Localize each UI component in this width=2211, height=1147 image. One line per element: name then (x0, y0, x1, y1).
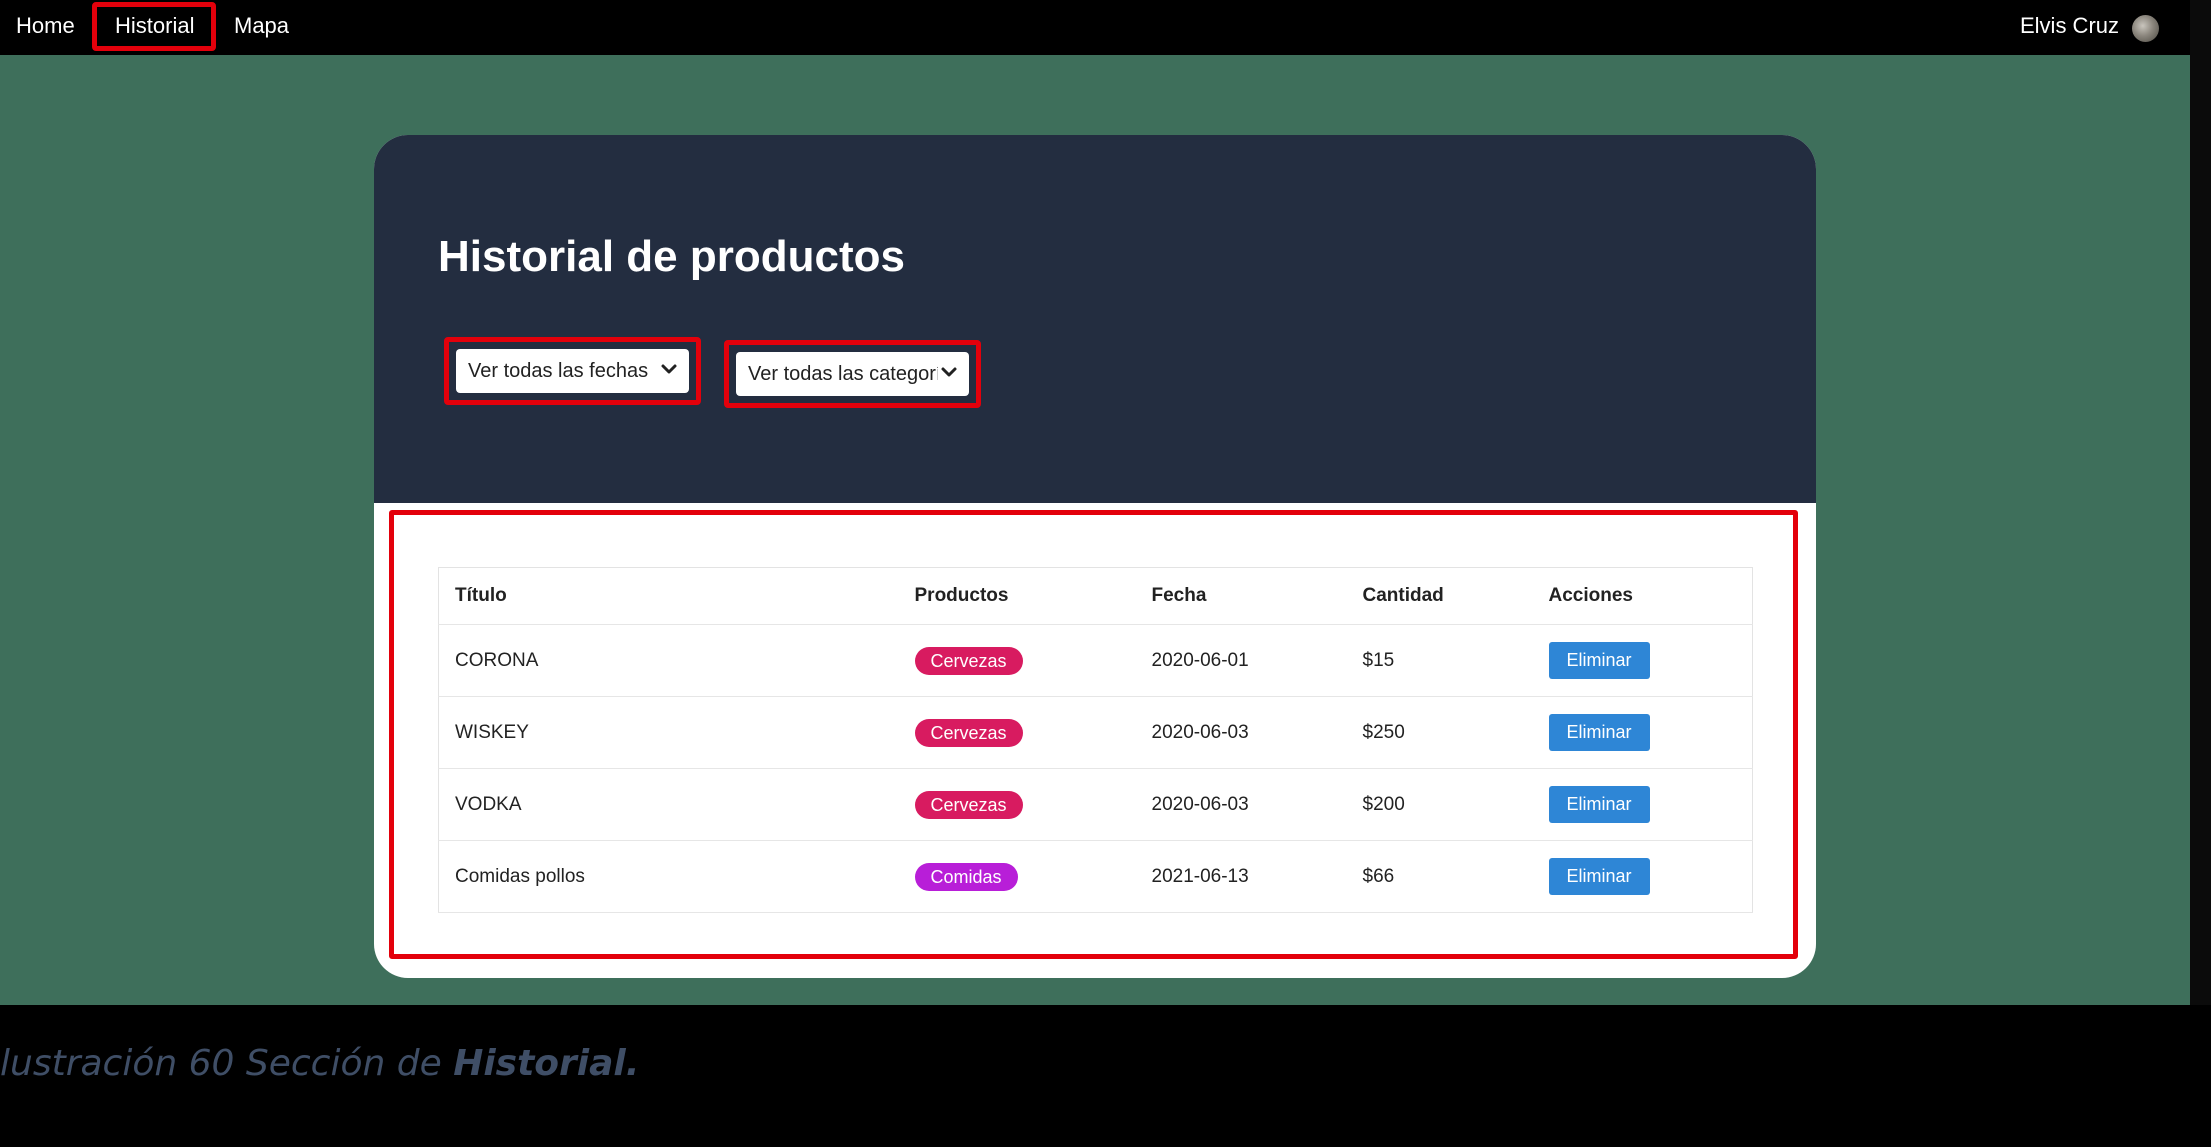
products-table: Título Productos Fecha Cantidad Acciones… (438, 567, 1753, 913)
category-badge: Cervezas (914, 646, 1023, 675)
historial-card: Historial de productos Ver todas las fec… (374, 135, 1816, 978)
caption-emphasis: Historial (453, 1043, 626, 1084)
cell-producto: Comidas (898, 840, 1136, 913)
table-row: CORONA Cervezas 2020-06-01 $15 Eliminar (438, 624, 1753, 697)
cell-producto: Cervezas (898, 624, 1136, 697)
cell-titulo: CORONA (438, 624, 899, 697)
cell-fecha: 2021-06-13 (1135, 840, 1347, 913)
cell-fecha: 2020-06-03 (1135, 696, 1347, 769)
category-filter-select[interactable]: Ver todas las categorías (736, 352, 969, 396)
caption-suffix: . (625, 1043, 640, 1084)
column-header-fecha: Fecha (1135, 567, 1347, 625)
category-filter-highlight: Ver todas las categorías (724, 340, 981, 408)
cell-fecha: 2020-06-01 (1135, 624, 1347, 697)
column-header-productos: Productos (898, 567, 1136, 625)
chevron-down-icon (941, 367, 957, 377)
date-filter-value: Ver todas las fechas (468, 360, 649, 382)
cell-cantidad: $200 (1346, 768, 1533, 841)
table-row: Comidas pollos Comidas 2021-06-13 $66 El… (438, 840, 1753, 913)
nav-historial-link[interactable]: Historial (115, 13, 194, 39)
cell-titulo: Comidas pollos (438, 840, 899, 913)
category-badge: Comidas (914, 862, 1018, 891)
cell-acciones: Eliminar (1532, 696, 1753, 769)
delete-button[interactable]: Eliminar (1548, 714, 1650, 751)
cell-cantidad: $15 (1346, 624, 1533, 697)
card-header: Historial de productos Ver todas las fec… (374, 135, 1816, 503)
table-row: WISKEY Cervezas 2020-06-03 $250 Eliminar (438, 696, 1753, 769)
cell-acciones: Eliminar (1532, 624, 1753, 697)
cell-titulo: WISKEY (438, 696, 899, 769)
avatar[interactable] (2132, 15, 2159, 42)
date-filter-highlight: Ver todas las fechas (444, 337, 701, 405)
category-filter-value: Ver todas las categorías (748, 363, 938, 385)
table-header-row: Título Productos Fecha Cantidad Acciones (438, 567, 1753, 625)
column-header-acciones: Acciones (1532, 567, 1753, 625)
table-row: VODKA Cervezas 2020-06-03 $200 Eliminar (438, 768, 1753, 841)
cell-cantidad: $250 (1346, 696, 1533, 769)
window-edge (2190, 0, 2211, 1005)
caption-prefix: lustración 60 Sección de (0, 1043, 454, 1084)
nav-mapa-link[interactable]: Mapa (234, 13, 289, 39)
top-navbar: Home Historial Mapa Elvis Cruz (0, 0, 2190, 55)
cell-titulo: VODKA (438, 768, 899, 841)
cell-producto: Cervezas (898, 768, 1136, 841)
delete-button[interactable]: Eliminar (1548, 858, 1650, 895)
delete-button[interactable]: Eliminar (1548, 786, 1650, 823)
category-badge: Cervezas (914, 718, 1023, 747)
page-title: Historial de productos (438, 232, 905, 281)
date-filter-select[interactable]: Ver todas las fechas (456, 349, 689, 393)
figure-caption: lustración 60 Sección de Historial. (0, 1036, 639, 1092)
delete-button[interactable]: Eliminar (1548, 642, 1650, 679)
user-menu[interactable]: Elvis Cruz (2020, 13, 2119, 39)
cell-producto: Cervezas (898, 696, 1136, 769)
cell-cantidad: $66 (1346, 840, 1533, 913)
chevron-down-icon (661, 364, 677, 374)
cell-fecha: 2020-06-03 (1135, 768, 1347, 841)
column-header-titulo: Título (438, 567, 899, 625)
column-header-cantidad: Cantidad (1346, 567, 1533, 625)
category-badge: Cervezas (914, 790, 1023, 819)
nav-home-link[interactable]: Home (16, 13, 75, 39)
main-content: Historial de productos Ver todas las fec… (0, 55, 2190, 1005)
cell-acciones: Eliminar (1532, 840, 1753, 913)
cell-acciones: Eliminar (1532, 768, 1753, 841)
